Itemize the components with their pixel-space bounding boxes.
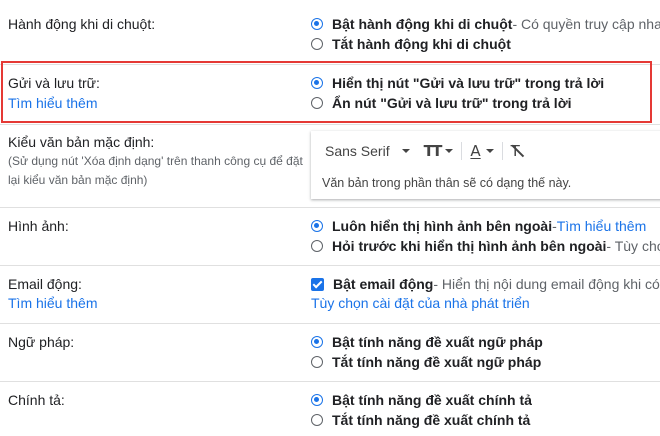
radio-selected-icon[interactable] [311, 220, 323, 232]
divider [0, 265, 660, 266]
hover-off-option[interactable]: Tắt hành động khi di chuột [311, 34, 511, 54]
send-archive-label: Gửi và lưu trữ: [8, 75, 100, 91]
radio-unselected-icon[interactable] [311, 97, 323, 109]
radio-selected-icon[interactable] [311, 77, 323, 89]
divider [0, 207, 660, 208]
divider [0, 381, 660, 382]
font-name: Sans Serif [325, 143, 390, 159]
dynamic-email-desc: - Hiển thị nội dung email động khi có s [433, 276, 660, 292]
clear-format-button[interactable]: T [511, 142, 520, 160]
send-archive-hide-title: Ẩn nút "Gửi và lưu trữ" trong trả lời [332, 95, 572, 111]
send-archive-show-title: Hiển thị nút "Gửi và lưu trữ" trong trả … [332, 75, 605, 91]
send-archive-hide-option[interactable]: Ẩn nút "Gửi và lưu trữ" trong trả lời [311, 93, 572, 113]
dynamic-email-checkbox-option[interactable]: Bật email động - Hiển thị nội dung email… [311, 274, 660, 294]
chevron-down-icon [445, 149, 454, 153]
radio-selected-icon[interactable] [311, 394, 323, 406]
text-color-button[interactable]: A [470, 142, 494, 160]
hover-on-desc: - Có quyền truy cập nhanh [512, 16, 660, 32]
clear-format-icon: T [510, 142, 520, 160]
radio-selected-icon[interactable] [311, 18, 323, 30]
images-always-option[interactable]: Luôn hiển thị hình ảnh bên ngoài - Tìm h… [311, 216, 646, 236]
font-select[interactable]: Sans Serif [311, 143, 410, 159]
hover-off-title: Tắt hành động khi di chuột [332, 36, 511, 52]
spelling-off-title: Tắt tính năng đề xuất chính tả [332, 412, 531, 428]
text-color-icon: A [470, 142, 481, 160]
radio-unselected-icon[interactable] [311, 240, 323, 252]
radio-unselected-icon[interactable] [311, 414, 323, 426]
hover-on-title: Bật hành động khi di chuột [332, 16, 513, 32]
send-archive-learn-more-link[interactable]: Tìm hiểu thêm [8, 95, 97, 111]
radio-unselected-icon[interactable] [311, 38, 323, 50]
default-text-label: Kiểu văn bản mặc định: [8, 134, 155, 150]
dynamic-email-title: Bật email động [333, 276, 434, 292]
images-ask-title: Hỏi trước khi hiển thị hình ảnh bên ngoà… [332, 238, 607, 254]
radio-unselected-icon[interactable] [311, 356, 323, 368]
developer-settings-link[interactable]: Tùy chọn cài đặt của nhà phát triển [311, 293, 530, 313]
grammar-on-title: Bật tính năng đề xuất ngữ pháp [332, 334, 543, 350]
default-text-hint-1: (Sử dụng nút 'Xóa định dạng' trên thanh … [8, 154, 303, 168]
send-archive-show-option[interactable]: Hiển thị nút "Gửi và lưu trữ" trong trả … [311, 73, 604, 93]
chevron-down-icon [485, 149, 494, 153]
images-always-title: Luôn hiển thị hình ảnh bên ngoài [332, 218, 553, 234]
dynamic-email-learn-more-link[interactable]: Tìm hiểu thêm [8, 295, 97, 311]
hover-actions-label: Hành động khi di chuột: [8, 16, 156, 32]
images-ask-desc: - Tùy chọn nà [606, 238, 660, 254]
images-learn-more-link[interactable]: Tìm hiểu thêm [557, 218, 646, 234]
chevron-down-icon [401, 149, 410, 153]
checkbox-checked-icon[interactable] [311, 277, 324, 291]
default-text-editor: Sans Serif TT A T Văn bản trong phần thâ… [311, 131, 660, 199]
grammar-on-option[interactable]: Bật tính năng đề xuất ngữ pháp [311, 332, 543, 352]
spelling-on-title: Bật tính năng đề xuất chính tả [332, 392, 532, 408]
grammar-label: Ngữ pháp: [8, 334, 75, 350]
radio-selected-icon[interactable] [311, 336, 323, 348]
text-size-icon: TT [423, 142, 443, 160]
sample-text: Văn bản trong phần thân sẽ có dạng thế n… [322, 176, 572, 190]
spelling-on-option[interactable]: Bật tính năng đề xuất chính tả [311, 390, 532, 410]
spelling-label: Chính tả: [8, 392, 65, 408]
toolbar-separator [461, 142, 463, 160]
grammar-off-title: Tắt tính năng đề xuất ngữ pháp [332, 354, 542, 370]
divider [0, 124, 660, 125]
default-text-hint-2: lại kiểu văn bản mặc định) [8, 173, 148, 187]
images-ask-option[interactable]: Hỏi trước khi hiển thị hình ảnh bên ngoà… [311, 236, 660, 256]
dynamic-email-label: Email động: [8, 276, 82, 292]
text-size-button[interactable]: TT [424, 142, 454, 160]
grammar-off-option[interactable]: Tắt tính năng đề xuất ngữ pháp [311, 352, 541, 372]
images-label: Hình ảnh: [8, 218, 69, 234]
divider [0, 323, 660, 324]
hover-on-option[interactable]: Bật hành động khi di chuột - Có quyền tr… [311, 14, 660, 34]
format-toolbar: Sans Serif TT A T [311, 139, 520, 163]
toolbar-separator [501, 142, 503, 160]
spelling-off-option[interactable]: Tắt tính năng đề xuất chính tả [311, 410, 530, 430]
